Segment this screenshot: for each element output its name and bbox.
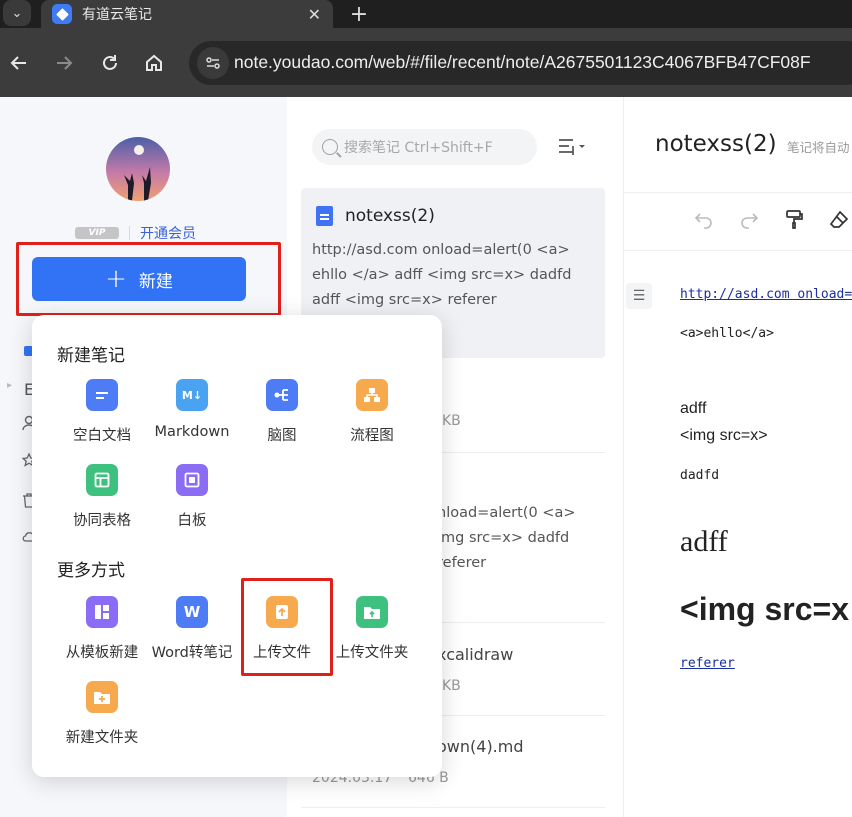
browser-tab[interactable]: 有道云笔记 ✕	[41, 0, 333, 28]
note-snippet-partial[interactable]: nload=alert(0 <a>	[437, 505, 576, 521]
sort-menu-icon[interactable]	[557, 137, 593, 159]
note-snippet-partial[interactable]: referer	[437, 555, 486, 571]
note-title-row: notexss(2)	[316, 206, 435, 226]
menu-item-table[interactable]: 协同表格	[54, 464, 150, 538]
browser-toolbar: note.youdao.com/web/#/file/recent/note/A…	[0, 28, 852, 97]
new-tab-plus-icon[interactable]: +	[345, 0, 373, 28]
divider	[301, 807, 605, 808]
note-title-partial[interactable]: xcalidraw	[437, 645, 513, 664]
forward-arrow-icon[interactable]	[49, 48, 79, 78]
divider	[129, 226, 130, 240]
divider	[624, 192, 852, 193]
divider	[624, 250, 852, 251]
content-link[interactable]: referer	[680, 656, 735, 671]
content-line: adff	[680, 400, 707, 417]
note-title: notexss(2)	[345, 206, 435, 226]
menu-item-label: 新建文件夹	[65, 730, 139, 746]
address-bar[interactable]: note.youdao.com/web/#/file/recent/note/A…	[189, 41, 852, 85]
format-painter-icon[interactable]	[784, 209, 804, 234]
flowchart-icon	[356, 379, 388, 411]
section-title-more-ways: 更多方式	[57, 561, 125, 581]
tab-close-icon[interactable]: ✕	[308, 5, 321, 24]
open-membership-link[interactable]: 开通会员	[140, 223, 196, 243]
tab-search-chevron-icon[interactable]: ⌄	[3, 0, 31, 26]
highlight-box-new-button	[16, 242, 281, 316]
avatar[interactable]	[106, 137, 170, 201]
url-text[interactable]: note.youdao.com/web/#/file/recent/note/A…	[234, 52, 811, 73]
menu-item-label: 脑图	[267, 428, 297, 444]
menu-item-label: 空白文档	[73, 428, 131, 444]
menu-item-upload-folder[interactable]: 上传文件夹	[324, 596, 420, 670]
expand-arrow-icon[interactable]: ▸	[7, 380, 12, 391]
markdown-icon: M↓	[176, 379, 208, 411]
menu-item-mindmap[interactable]: 脑图	[234, 379, 330, 453]
template-icon	[86, 596, 118, 628]
whiteboard-icon	[176, 464, 208, 496]
content-heading: adff	[680, 525, 728, 558]
menu-item-label: 协同表格	[73, 513, 131, 529]
content-link[interactable]: http://asd.com onload=	[680, 287, 852, 302]
eraser-icon[interactable]	[829, 209, 849, 234]
note-title-partial[interactable]: own(4).md	[437, 737, 524, 756]
search-input[interactable]: 搜索笔记 Ctrl+Shift+F	[312, 129, 537, 165]
document-icon	[316, 206, 333, 226]
new-folder-icon	[86, 681, 118, 713]
menu-item-label: 上传文件夹	[335, 645, 409, 661]
menu-item-blank-doc[interactable]: 空白文档	[54, 379, 150, 453]
content-heading: <img src=x	[680, 591, 849, 627]
note-snippet-partial[interactable]: img src=x> dadfd	[437, 530, 569, 546]
back-arrow-icon[interactable]	[4, 48, 34, 78]
menu-item-markdown[interactable]: M↓ Markdown	[144, 379, 240, 453]
content-line: dadfd	[680, 468, 720, 483]
content-line: <a>ehllo</a>	[680, 326, 774, 341]
blank-doc-icon	[86, 379, 118, 411]
highlight-box-upload-file	[241, 578, 333, 676]
menu-item-word-to-note[interactable]: W Word转笔记	[144, 596, 240, 670]
menu-item-from-template[interactable]: 从模板新建	[54, 596, 150, 670]
reload-icon[interactable]	[95, 48, 125, 78]
home-icon[interactable]	[139, 48, 169, 78]
search-icon	[322, 139, 338, 155]
menu-item-label: Word转笔记	[151, 645, 233, 661]
menu-item-label: 白板	[177, 513, 207, 529]
menu-item-flowchart[interactable]: 流程图	[324, 379, 420, 453]
autosave-hint: 笔记将自动	[787, 140, 850, 155]
undo-icon[interactable]	[694, 209, 714, 234]
note-snippet: http://asd.com onload=alert(0 <a> ehllo …	[312, 242, 572, 308]
note-size: KB	[442, 678, 461, 694]
menu-item-label: 从模板新建	[65, 645, 139, 661]
table-icon	[86, 464, 118, 496]
vip-badge: VIP	[75, 227, 119, 239]
redo-icon[interactable]	[739, 209, 759, 234]
menu-item-whiteboard[interactable]: 白板	[144, 464, 240, 538]
note-size: KB	[442, 413, 461, 429]
vip-row: VIP 开通会员	[75, 224, 196, 242]
site-info-icon[interactable]	[197, 47, 229, 79]
doc-title[interactable]: notexss(2)	[655, 131, 777, 157]
menu-item-label: 流程图	[350, 428, 394, 444]
menu-item-label: Markdown	[154, 424, 230, 440]
menu-item-new-folder[interactable]: 新建文件夹	[54, 681, 150, 755]
mindmap-icon	[266, 379, 298, 411]
new-menu-popup: 新建笔记 空白文档 M↓ Markdown 脑图 流程图 协同表格 白板 更多方…	[32, 315, 442, 777]
outline-list-icon[interactable]: ☰	[626, 283, 652, 309]
tab-title: 有道云笔记	[82, 7, 152, 23]
section-title-new-note: 新建笔记	[57, 346, 125, 366]
search-placeholder: 搜索笔记 Ctrl+Shift+F	[344, 140, 493, 156]
upload-folder-icon	[356, 596, 388, 628]
word-icon: W	[176, 596, 208, 628]
youdao-note-favicon-icon	[52, 4, 72, 24]
editor-panel: notexss(2) 笔记将自动 ☰ http://asd.com onload…	[624, 97, 852, 817]
browser-tab-bar: ⌄ 有道云笔记 ✕ +	[0, 0, 852, 28]
content-line: <img src=x>	[680, 427, 768, 444]
